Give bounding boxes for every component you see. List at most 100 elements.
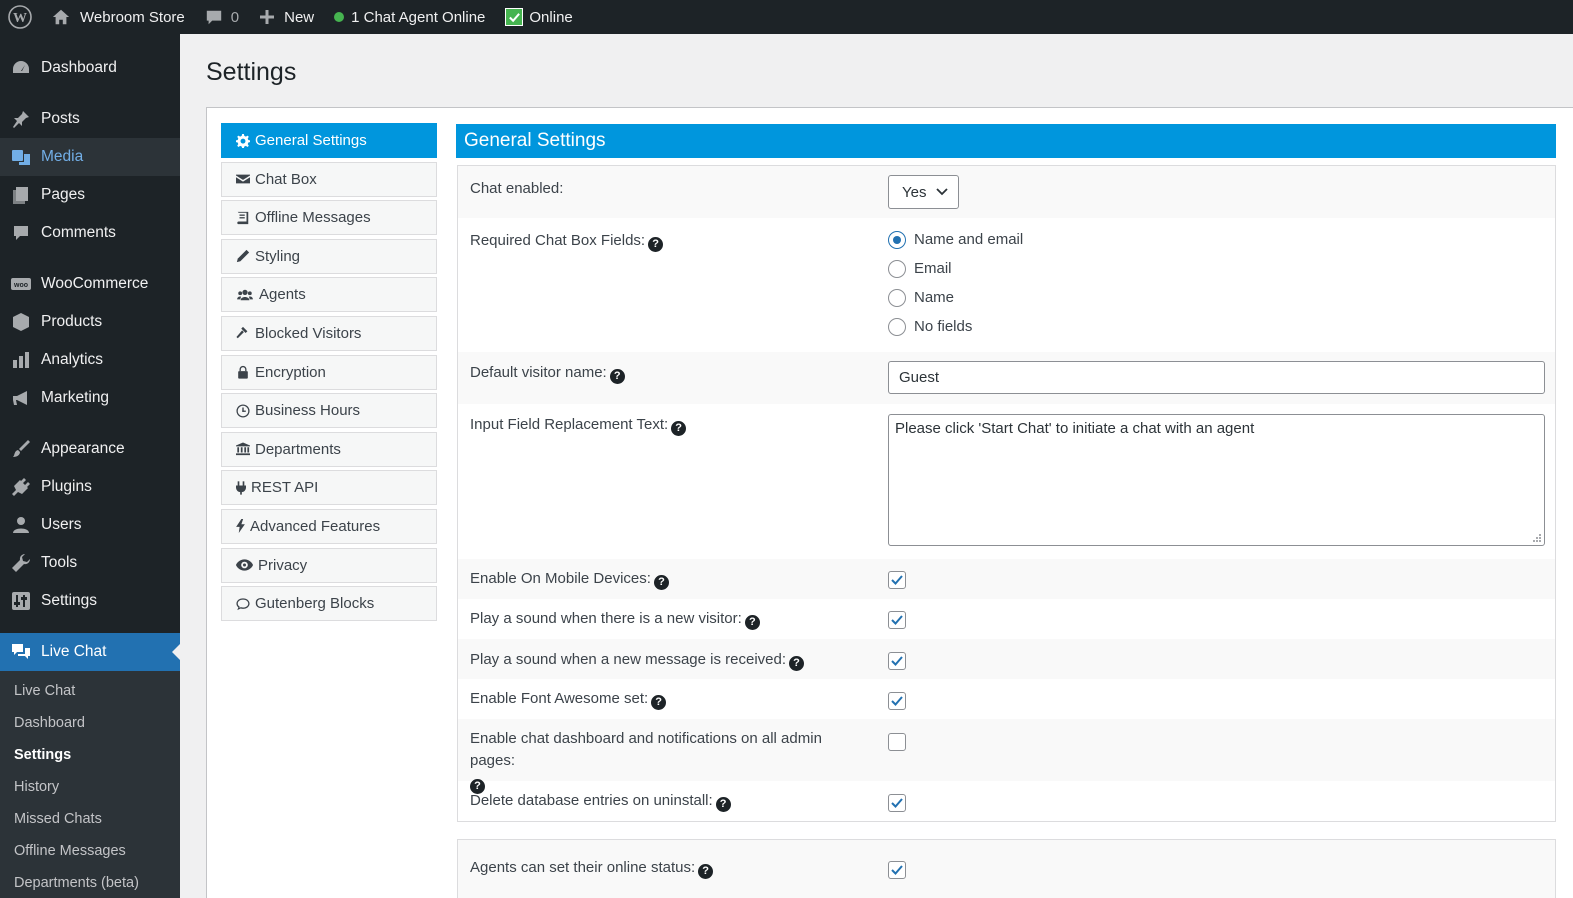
submenu-item-settings[interactable]: Settings	[0, 739, 180, 771]
help-icon[interactable]: ?	[653, 575, 669, 590]
online-status-checkbox[interactable]	[888, 861, 906, 879]
sidebar-item-woocommerce[interactable]: woo WooCommerce	[0, 265, 180, 303]
agent-settings-table: Agents can set their online status:?	[457, 839, 1556, 898]
delete-db-label: Delete database entries on uninstall:	[470, 792, 713, 809]
sidebar-item-live-chat[interactable]: Live Chat	[0, 633, 180, 671]
help-icon[interactable]: ?	[744, 615, 760, 630]
admin-sidebar: Dashboard Posts Media Pages Comments woo…	[0, 34, 180, 898]
dashboard-all-pages-checkbox[interactable]	[888, 733, 906, 751]
submenu-item-history[interactable]: History	[0, 771, 180, 803]
sidebar-item-posts[interactable]: Posts	[0, 100, 180, 138]
comment-icon	[236, 597, 250, 610]
radio-option-email[interactable]: Email	[888, 254, 1023, 283]
tab-label: Departments	[255, 440, 341, 458]
sidebar-item-users[interactable]: Users	[0, 506, 180, 544]
help-icon[interactable]: ?	[698, 864, 714, 879]
submenu-item-departments[interactable]: Departments (beta)	[0, 867, 180, 898]
help-icon[interactable]: ?	[715, 797, 731, 812]
row-replacement-text: Input Field Replacement Text:? Please cl…	[458, 404, 1555, 559]
replacement-label: Input Field Replacement Text:	[470, 416, 669, 433]
sidebar-item-label: Comments	[41, 224, 116, 241]
radio-option-name-and-email[interactable]: Name and email	[888, 225, 1023, 254]
comments-count: 0	[230, 8, 240, 26]
radio-button[interactable]	[888, 317, 906, 336]
sidebar-item-products[interactable]: Products	[0, 303, 180, 341]
sidebar-item-analytics[interactable]: Analytics	[0, 341, 180, 379]
sidebar-item-marketing[interactable]: Marketing	[0, 379, 180, 417]
sidebar-item-pages[interactable]: Pages	[0, 176, 180, 214]
submenu-item-live-chat[interactable]: Live Chat	[0, 675, 180, 707]
submenu-item-dashboard[interactable]: Dashboard	[0, 707, 180, 739]
tab-advanced-features[interactable]: Advanced Features	[221, 508, 437, 544]
radio-button[interactable]	[888, 230, 906, 249]
radio-button[interactable]	[888, 259, 906, 278]
tab-encryption[interactable]: Encryption	[221, 354, 437, 390]
help-icon[interactable]: ?	[648, 237, 664, 252]
tab-general-settings[interactable]: General Settings	[221, 123, 437, 158]
tab-gutenberg-blocks[interactable]: Gutenberg Blocks	[221, 586, 437, 622]
tab-agents[interactable]: Agents	[221, 277, 437, 313]
dashboard-icon	[10, 58, 31, 79]
sidebar-item-media[interactable]: Media	[0, 138, 180, 176]
required-fields-label: Required Chat Box Fields:	[470, 232, 646, 249]
tab-blocked-visitors[interactable]: Blocked Visitors	[221, 315, 437, 351]
default-visitor-name-input[interactable]: Guest	[888, 361, 1545, 394]
row-online-status: Agents can set their online status:?	[458, 840, 1555, 898]
sidebar-item-comments[interactable]: Comments	[0, 214, 180, 252]
tab-departments[interactable]: Departments	[221, 431, 437, 467]
tab-business-hours[interactable]: Business Hours	[221, 393, 437, 429]
book-icon	[237, 211, 249, 224]
svg-text:W: W	[13, 11, 27, 26]
enable-mobile-checkbox[interactable]	[888, 571, 906, 589]
sidebar-item-tools[interactable]: Tools	[0, 544, 180, 582]
bar-chart-icon	[10, 350, 31, 371]
help-icon[interactable]: ?	[609, 369, 625, 384]
submenu-item-offline-messages[interactable]: Offline Messages	[0, 835, 180, 867]
radio-option-name[interactable]: Name	[888, 283, 1023, 312]
sliders-icon	[10, 591, 31, 612]
online-status-label: Agents can set their online status:	[470, 859, 696, 876]
help-icon[interactable]: ?	[671, 421, 687, 436]
row-required-fields: Required Chat Box Fields:? Name and emai…	[458, 218, 1555, 352]
tab-label: Gutenberg Blocks	[255, 595, 375, 613]
online-status-toggle[interactable]: Online	[495, 0, 582, 34]
agents-online-link[interactable]: 1 Chat Agent Online	[324, 0, 495, 34]
tab-styling[interactable]: Styling	[221, 238, 437, 274]
sidebar-item-dashboard[interactable]: Dashboard	[0, 49, 180, 87]
tab-chat-box[interactable]: Chat Box	[221, 161, 437, 197]
checkmark-icon	[891, 575, 903, 585]
radio-button[interactable]	[888, 288, 906, 307]
tab-label: Blocked Visitors	[255, 324, 362, 342]
general-settings-table: Chat enabled: Yes Required Chat Box Fiel…	[457, 165, 1556, 822]
page-title: Settings	[206, 58, 297, 86]
radio-label: No fields	[914, 318, 973, 335]
chat-enabled-select[interactable]: Yes	[888, 175, 959, 209]
delete-db-checkbox[interactable]	[888, 794, 906, 812]
submenu-item-missed-chats[interactable]: Missed Chats	[0, 803, 180, 835]
resize-handle-icon[interactable]	[1532, 533, 1542, 543]
row-sound-new-visitor: Play a sound when there is a new visitor…	[458, 599, 1555, 639]
sidebar-item-appearance[interactable]: Appearance	[0, 430, 180, 468]
tab-rest-api[interactable]: REST API	[221, 470, 437, 506]
new-content-link[interactable]: New	[249, 0, 324, 34]
wordpress-logo-icon[interactable]: W	[0, 0, 42, 34]
radio-option-no-fields[interactable]: No fields	[888, 312, 1023, 341]
site-name: Webroom Store	[80, 8, 185, 26]
sidebar-item-label: Settings	[41, 592, 98, 609]
sidebar-item-plugins[interactable]: Plugins	[0, 468, 180, 506]
sound-new-message-checkbox[interactable]	[888, 652, 906, 670]
help-icon[interactable]: ?	[789, 656, 805, 671]
comments-link[interactable]: 0	[195, 0, 249, 34]
replacement-text-textarea[interactable]: Please click 'Start Chat' to initiate a …	[888, 414, 1545, 546]
sidebar-item-label: Tools	[41, 554, 78, 571]
sound-new-visitor-checkbox[interactable]	[888, 611, 906, 629]
tab-label: REST API	[251, 479, 319, 497]
site-name-link[interactable]: Webroom Store	[42, 0, 195, 34]
tab-privacy[interactable]: Privacy	[221, 547, 437, 583]
tab-offline-messages[interactable]: Offline Messages	[221, 200, 437, 236]
help-icon[interactable]: ?	[651, 695, 667, 710]
tab-label: Encryption	[255, 363, 326, 381]
tab-label: Advanced Features	[250, 517, 381, 535]
font-awesome-checkbox[interactable]	[888, 692, 906, 710]
sidebar-item-settings[interactable]: Settings	[0, 582, 180, 620]
